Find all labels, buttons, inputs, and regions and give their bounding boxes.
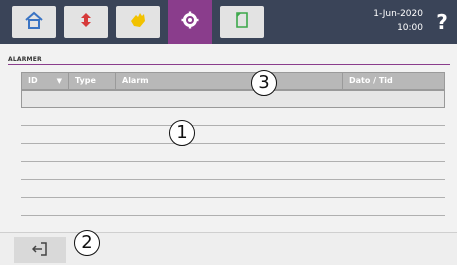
tab-settings[interactable]	[168, 0, 212, 44]
callout-2: 2	[74, 230, 100, 256]
arrows-icon	[77, 11, 95, 33]
back-button[interactable]	[14, 237, 66, 263]
section-title: ALARMER	[8, 56, 42, 63]
help-button[interactable]: ?	[427, 0, 457, 44]
alarm-table: ID ▼ Type Alarm Dato / Tid	[21, 72, 445, 216]
footer-bar	[0, 232, 457, 265]
table-row[interactable]	[21, 90, 445, 108]
document-icon	[233, 11, 251, 33]
column-header-date[interactable]: Dato / Tid	[343, 73, 444, 89]
section-divider	[8, 64, 450, 65]
tab-document[interactable]	[220, 6, 264, 38]
top-bar: 1-Jun-2020 10:00 ?	[0, 0, 457, 44]
home-icon	[24, 11, 44, 33]
callout-3: 3	[251, 70, 277, 96]
table-row[interactable]	[21, 126, 445, 144]
sort-down-icon: ▼	[56, 77, 62, 85]
tab-home[interactable]	[12, 6, 56, 38]
hand-icon	[128, 11, 148, 33]
table-row[interactable]	[21, 198, 445, 216]
date-time: 1-Jun-2020 10:00	[333, 7, 423, 35]
column-header-alarm[interactable]: Alarm	[116, 73, 343, 89]
time-label: 10:00	[397, 23, 423, 33]
exit-icon	[31, 241, 48, 260]
date-label: 1-Jun-2020	[373, 9, 423, 19]
table-row[interactable]	[21, 144, 445, 162]
column-header-id[interactable]: ID ▼	[22, 73, 69, 89]
table-row[interactable]	[21, 180, 445, 198]
callout-1: 1	[169, 120, 195, 146]
tab-hand[interactable]	[116, 6, 160, 38]
gear-icon	[181, 11, 199, 33]
tab-alarms[interactable]	[64, 6, 108, 38]
table-header: ID ▼ Type Alarm Dato / Tid	[21, 72, 445, 90]
table-row[interactable]	[21, 108, 445, 126]
column-header-type[interactable]: Type	[69, 73, 116, 89]
table-row[interactable]	[21, 162, 445, 180]
